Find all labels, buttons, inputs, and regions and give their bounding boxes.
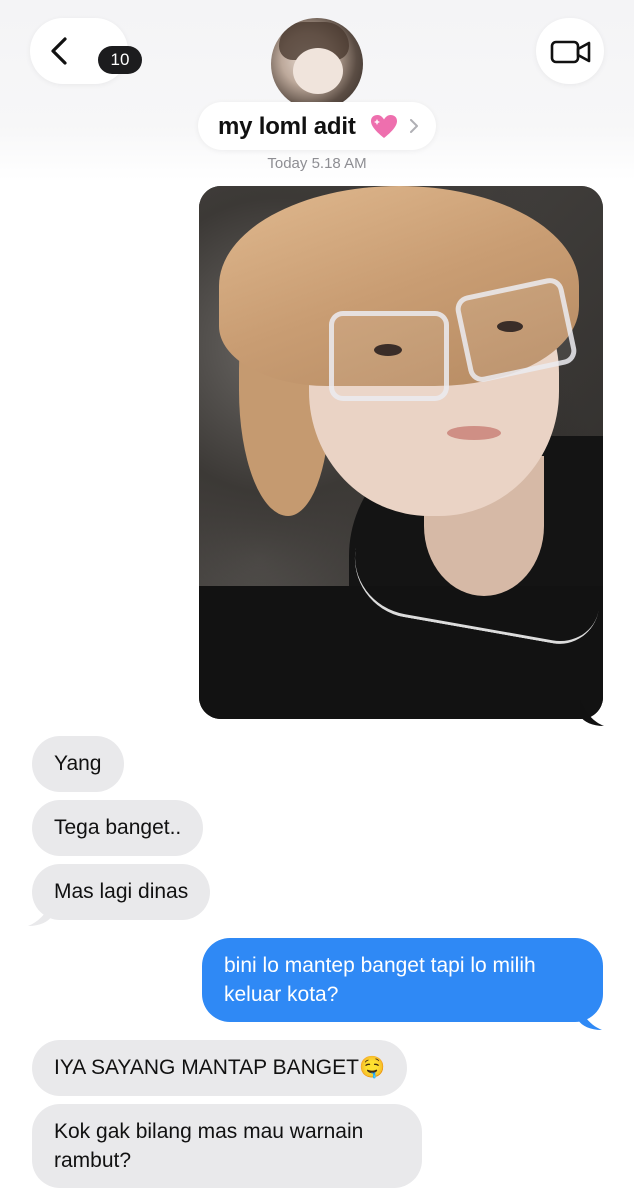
message-text-line: keluar kota? [224,983,339,1006]
message-text-line: rambut? [54,1149,132,1172]
unread-count-badge: 10 [98,46,142,74]
chevron-left-icon [51,37,67,65]
incoming-message-bubble[interactable]: Yang [32,736,124,792]
outgoing-bubble-tail [578,1004,602,1030]
message-text-line: Kok gak bilang mas mau warnain [54,1120,364,1143]
chevron-right-icon [410,119,418,133]
photo-bubble-tail [580,700,604,726]
contact-name-button[interactable]: my loml adit [198,102,436,150]
message-text: Yang [54,752,102,775]
conversation-header: 10 my loml adit [0,0,634,180]
message-text: IYA SAYANG MANTAP BANGET🤤 [54,1056,386,1079]
outgoing-message-bubble[interactable]: bini lo mantep banget tapi lo milih kelu… [202,938,603,1022]
message-text: Mas lagi dinas [54,880,189,903]
sent-photo-message[interactable] [199,186,603,719]
messages-screen: 10 my loml adit Today 5.18 AM Yang Tega … [0,0,634,1200]
contact-name: my loml adit [218,113,356,140]
message-timestamp: Today 5.18 AM [267,155,367,172]
incoming-message-bubble[interactable]: Mas lagi dinas [32,864,211,920]
message-text: Tega banget.. [54,816,182,839]
facetime-video-button[interactable] [536,18,604,84]
incoming-message-bubble[interactable]: IYA SAYANG MANTAP BANGET🤤 [32,1040,408,1096]
incoming-message-bubble[interactable]: Tega banget.. [32,800,204,856]
back-button[interactable]: 10 [30,18,142,84]
contact-avatar[interactable] [271,18,363,110]
message-text-line: bini lo mantep banget tapi lo milih [224,954,536,977]
photo-lips [447,426,501,440]
incoming-bubble-tail [28,902,52,926]
avatar-photo-face [293,48,343,94]
incoming-message-bubble[interactable]: Kok gak bilang mas mau warnain rambut? [32,1104,422,1188]
video-camera-icon [550,40,591,64]
sparkling-heart-icon [370,114,398,140]
photo-glasses-left [329,311,449,401]
